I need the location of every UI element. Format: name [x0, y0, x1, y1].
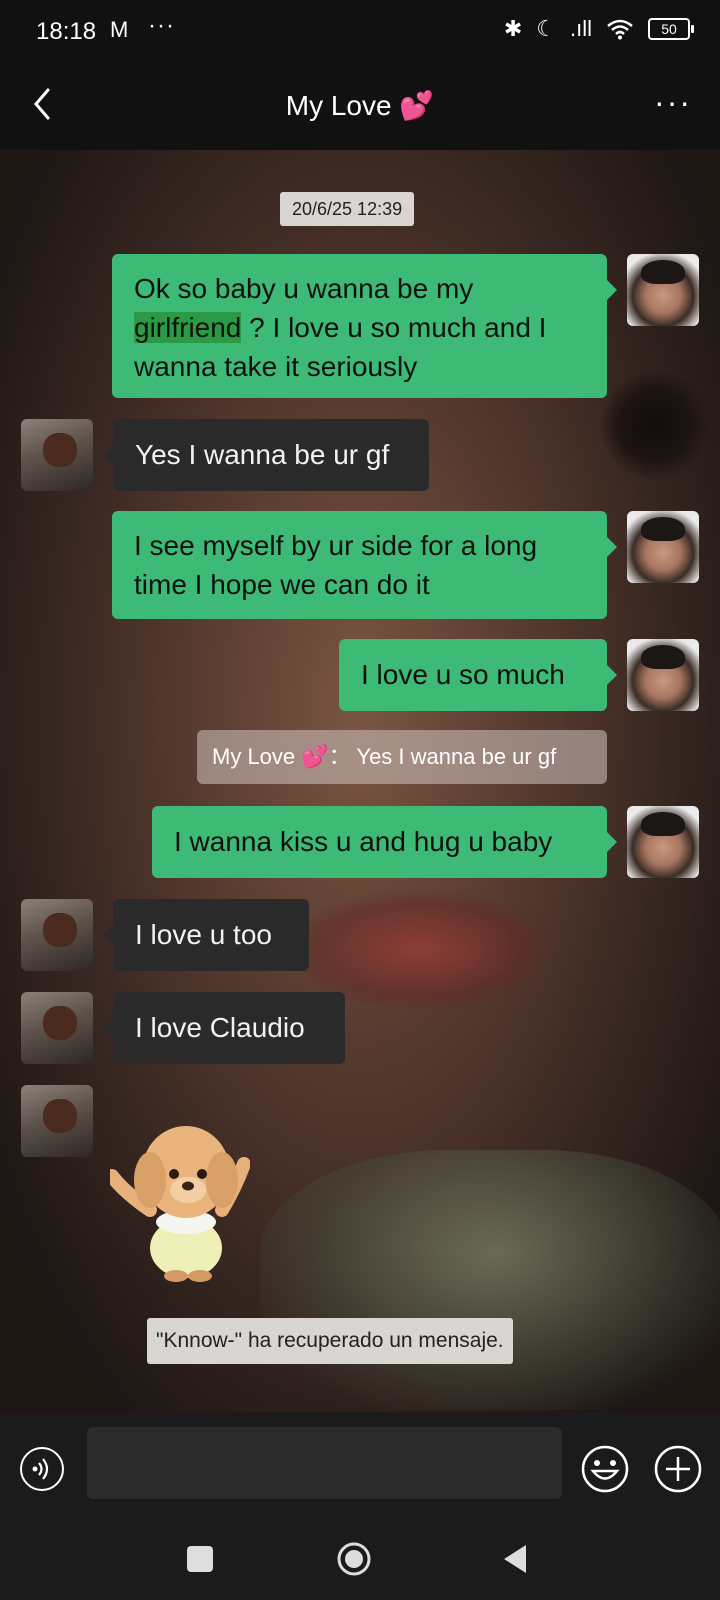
notification-more-icon: ··· — [148, 12, 175, 39]
message-text: I see myself by ur side for a long time … — [134, 530, 538, 600]
message-bubble-out[interactable]: I wanna kiss u and hug u baby — [152, 806, 617, 878]
highlighted-word: girlfriend — [134, 312, 242, 343]
quote-text: Yes I wanna be ur gf — [356, 744, 557, 769]
input-bar — [0, 1412, 720, 1528]
message-text: I love Claudio — [135, 1012, 305, 1043]
message-bubble-in[interactable]: I love Claudio — [103, 992, 345, 1064]
signal-icon: .ıll — [570, 16, 592, 41]
contact-avatar[interactable] — [21, 419, 93, 491]
contact-avatar[interactable] — [21, 992, 93, 1064]
bluetooth-icon: ✱ — [503, 16, 523, 41]
more-icon[interactable]: ··· — [654, 84, 692, 121]
background-photo-sweater — [260, 1150, 720, 1410]
message-bubble-out[interactable]: Ok so baby u wanna be my girlfriend ? I … — [112, 254, 617, 398]
square-icon[interactable] — [187, 1546, 213, 1572]
chat-title-text: My Love — [285, 90, 392, 121]
my-avatar[interactable] — [627, 639, 699, 711]
message-bubble-in[interactable]: I love u too — [103, 899, 309, 971]
system-navigation-bar — [0, 1528, 720, 1600]
background-photo — [600, 370, 710, 480]
quote-name: My Love — [212, 744, 296, 769]
quote-separator: ： — [328, 744, 351, 769]
battery-icon: 50 — [648, 18, 694, 40]
my-avatar[interactable] — [627, 511, 699, 583]
home-icon[interactable] — [336, 1541, 372, 1577]
puppy-sticker[interactable] — [110, 1110, 250, 1282]
message-text: Ok so baby u wanna be my — [134, 273, 474, 304]
message-text: I love u so much — [361, 659, 565, 690]
recalled-message-notice: "Knnow-" ha recuperado un mensaje. — [147, 1318, 513, 1364]
my-avatar[interactable] — [627, 254, 699, 326]
message-timestamp: 20/6/25 12:39 — [280, 192, 415, 226]
status-icons: ✱ ☾ .ıll 50 — [503, 16, 694, 42]
message-input[interactable] — [87, 1427, 562, 1499]
chat-area[interactable]: 20/6/25 12:39 Ok so baby u wanna be my g… — [0, 150, 720, 1412]
quoted-message[interactable]: My Love 💕： Yes I wanna be ur gf — [197, 730, 607, 784]
my-avatar[interactable] — [627, 806, 699, 878]
message-text: I love u too — [135, 919, 272, 950]
heart-emoji: 💕 — [399, 90, 435, 121]
contact-avatar[interactable] — [21, 899, 93, 971]
emoji-icon[interactable] — [580, 1444, 630, 1494]
message-bubble-in[interactable]: Yes I wanna be ur gf — [103, 419, 429, 491]
wifi-icon — [607, 19, 633, 40]
message-bubble-out[interactable]: I love u so much — [339, 639, 617, 711]
message-text: Yes I wanna be ur gf — [135, 439, 390, 470]
message-bubble-out[interactable]: I see myself by ur side for a long time … — [112, 511, 617, 619]
status-bar: 18:18 M ··· ✱ ☾ .ıll 50 — [0, 0, 720, 64]
moon-icon: ☾ — [536, 16, 556, 41]
contact-avatar[interactable] — [21, 1085, 93, 1157]
status-time: 18:18 — [36, 18, 97, 45]
chat-title: My Love 💕 — [0, 89, 720, 122]
chat-header: My Love 💕 ··· — [0, 64, 720, 150]
voice-icon[interactable] — [20, 1447, 64, 1491]
mail-icon: M — [110, 17, 129, 42]
heart-emoji: 💕 — [301, 744, 329, 769]
triangle-back-icon[interactable] — [500, 1542, 530, 1576]
message-text: I wanna kiss u and hug u baby — [174, 826, 553, 857]
plus-icon[interactable] — [653, 1444, 703, 1494]
